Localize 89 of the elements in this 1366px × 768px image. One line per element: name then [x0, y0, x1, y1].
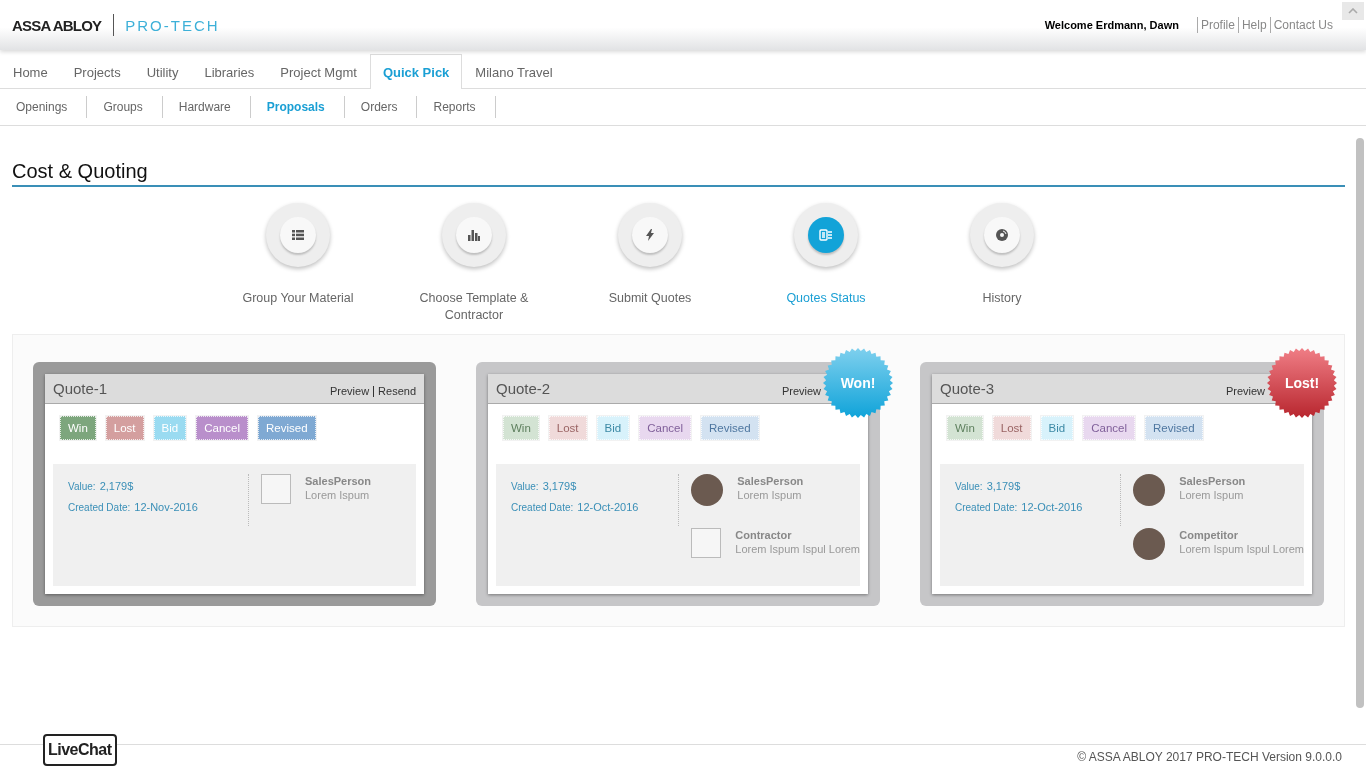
value-amount: 2,179$: [99, 480, 134, 492]
nav-tab[interactable]: Project Mgmt: [267, 54, 370, 89]
person-role: SalesPerson: [305, 475, 372, 487]
nav-tab[interactable]: Utility: [133, 54, 192, 89]
chevron-up-icon: [1348, 8, 1358, 14]
date-label: Created Date:: [955, 502, 1018, 513]
person-name: Lorem Ispum: [1179, 489, 1245, 501]
person-role: Contractor: [735, 529, 793, 541]
sub-tab[interactable]: Hardware: [162, 96, 251, 118]
step-button[interactable]: [970, 203, 1034, 267]
created-date: 12-Nov-2016: [134, 501, 198, 513]
sub-tab[interactable]: Groups: [87, 96, 163, 118]
nav-tab[interactable]: Projects: [60, 54, 134, 89]
person-name: Lorem Ispum: [737, 489, 803, 501]
status-seal-badge: Won!: [823, 348, 893, 418]
disc-icon: [996, 229, 1008, 241]
status-button[interactable]: Revised: [701, 416, 759, 440]
scroll-top-button[interactable]: [1342, 2, 1364, 20]
status-button[interactable]: Lost: [548, 416, 587, 440]
person-name: Lorem Ispum: [305, 489, 371, 501]
image-placeholder: [261, 474, 291, 504]
quote-title: Quote-3: [940, 380, 995, 397]
status-button[interactable]: Win: [503, 416, 539, 440]
step-label[interactable]: Choose Template & Contractor: [409, 290, 539, 324]
status-seal-badge: Lost!: [1267, 348, 1337, 418]
sub-tab[interactable]: Reports: [417, 96, 496, 118]
person-name: Lorem Ispum Ispul Lorem: [1179, 543, 1304, 555]
lightning-icon: [646, 229, 654, 241]
welcome-text: Welcome Erdmann, Dawn: [1044, 19, 1179, 31]
step-button[interactable]: [794, 203, 858, 267]
status-button[interactable]: Revised: [258, 416, 316, 440]
status-button[interactable]: Bid: [596, 416, 630, 440]
step-label[interactable]: History: [937, 290, 1067, 307]
status-button[interactable]: Bid: [1040, 416, 1074, 440]
person-name: Lorem Ispum Ispul Lorem: [735, 543, 860, 555]
status-button[interactable]: Win: [947, 416, 983, 440]
created-date: 12-Oct-2016: [1021, 501, 1083, 513]
avatar: [691, 474, 724, 506]
date-label: Created Date:: [68, 502, 131, 513]
header-link[interactable]: Profile: [1196, 17, 1238, 33]
nav-tab[interactable]: Milano Travel: [462, 54, 566, 89]
sub-tab[interactable]: Proposals: [250, 96, 345, 118]
quote-action-link[interactable]: Preview: [1225, 385, 1265, 397]
product-name: PRO-TECH: [125, 16, 220, 34]
scrollbar-thumb[interactable]: [1356, 138, 1364, 708]
footer-text: © ASSA ABLOY 2017 PRO-TECH Version 9.0.0.0: [1077, 749, 1342, 764]
value-amount: 3,179$: [986, 480, 1021, 492]
livechat-button[interactable]: LiveChat: [43, 734, 117, 766]
status-button[interactable]: Win: [60, 416, 96, 440]
step-button[interactable]: [442, 203, 506, 267]
person-role: SalesPerson: [737, 475, 804, 487]
created-date: 12-Oct-2016: [577, 501, 639, 513]
quote-action-link[interactable]: Preview: [329, 385, 370, 397]
status-button[interactable]: Cancel: [1083, 416, 1135, 440]
list-icon: [292, 230, 304, 240]
avatar: [1133, 474, 1166, 506]
sub-tab[interactable]: Orders: [344, 96, 418, 118]
status-button[interactable]: Lost: [105, 416, 144, 440]
step-label[interactable]: Submit Quotes: [585, 290, 715, 307]
person-role: Competitor: [1179, 529, 1239, 541]
document-icon: [819, 229, 833, 241]
nav-tab[interactable]: Quick Pick: [369, 54, 463, 89]
quote-title: Quote-2: [496, 380, 551, 397]
quote-action-link[interactable]: Resend: [378, 385, 416, 397]
brand-logo: ASSA ABLOY: [12, 16, 102, 34]
sub-tab[interactable]: Openings: [0, 96, 88, 118]
nav-tab[interactable]: Libraries: [191, 54, 268, 89]
date-label: Created Date:: [511, 502, 574, 513]
value-label: Value:: [955, 481, 983, 492]
value-amount: 3,179$: [542, 480, 577, 492]
header-link[interactable]: Help: [1237, 17, 1270, 33]
page-title: Cost & Quoting: [12, 160, 1345, 187]
quote-title: Quote-1: [53, 380, 108, 397]
person-role: SalesPerson: [1179, 475, 1246, 487]
status-button[interactable]: Cancel: [196, 416, 248, 440]
status-button[interactable]: Lost: [992, 416, 1031, 440]
avatar: [1133, 528, 1166, 560]
status-button[interactable]: Revised: [1145, 416, 1203, 440]
header-link[interactable]: Contact Us: [1269, 17, 1336, 33]
step-button[interactable]: [266, 203, 330, 267]
value-label: Value:: [68, 481, 96, 492]
step-label[interactable]: Group Your Material: [233, 290, 363, 307]
step-label[interactable]: Quotes Status: [761, 290, 891, 307]
value-label: Value:: [511, 481, 539, 492]
bar-chart-icon: [468, 229, 480, 241]
status-button[interactable]: Cancel: [639, 416, 691, 440]
quote-action-link[interactable]: Preview: [781, 385, 821, 397]
nav-tab[interactable]: Home: [0, 54, 61, 89]
image-placeholder: [691, 528, 722, 558]
